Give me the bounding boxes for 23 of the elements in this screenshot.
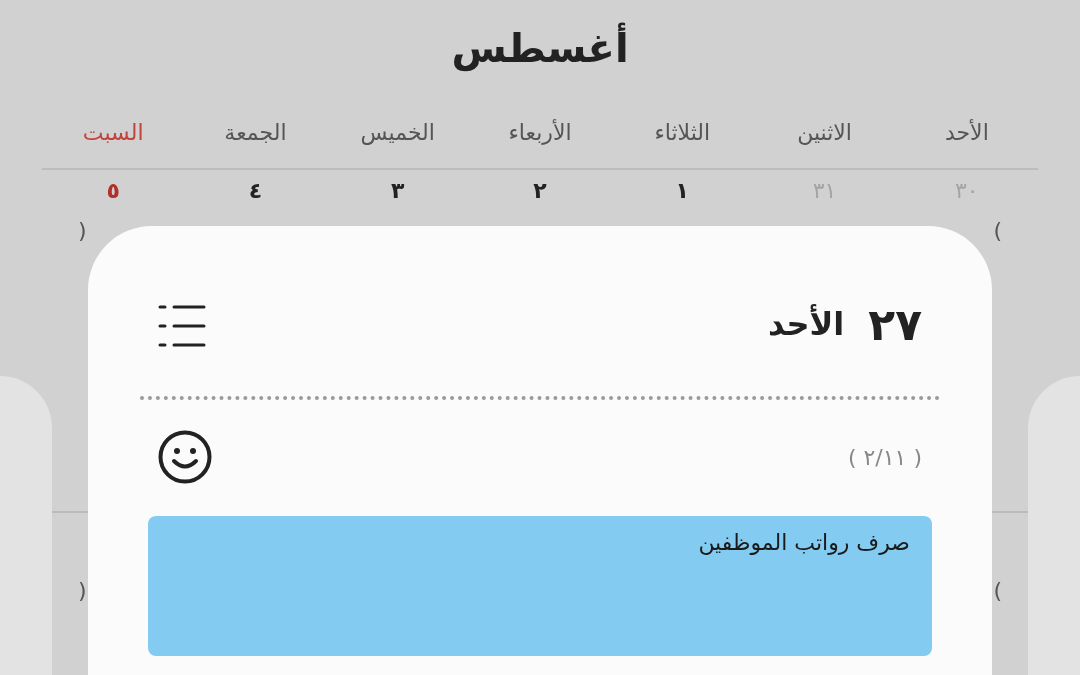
weekday-label: الجمعة bbox=[224, 119, 287, 147]
weekday-label: الثلاثاء bbox=[654, 119, 711, 147]
weekday-label: الأربعاء bbox=[508, 118, 572, 147]
event-block[interactable]: صرف رواتب الموظفين bbox=[148, 516, 932, 656]
weekday-label: الخميس bbox=[360, 119, 435, 147]
text-fragment: ) bbox=[993, 578, 1002, 603]
day-name: الأحد bbox=[767, 305, 845, 343]
date-number[interactable]: ٤ bbox=[248, 176, 263, 206]
weekday-label: السبت bbox=[82, 119, 144, 147]
text-fragment: ( bbox=[78, 218, 87, 243]
date-number[interactable]: ٢ bbox=[533, 176, 547, 206]
day-number: ٢٧ bbox=[868, 298, 922, 350]
date-number[interactable]: ٥ bbox=[106, 176, 120, 206]
text-fragment: ) bbox=[993, 218, 1002, 243]
month-title: أغسطس bbox=[0, 0, 1080, 74]
weekday-label: الاثنين bbox=[797, 119, 852, 147]
date-number[interactable]: ١ bbox=[675, 176, 689, 206]
text-fragment: ( bbox=[78, 578, 87, 603]
date-number[interactable]: ٣ bbox=[391, 176, 405, 206]
smiley-icon[interactable] bbox=[158, 430, 212, 484]
weekday-label: الأحد bbox=[944, 118, 989, 147]
list-icon[interactable] bbox=[158, 304, 206, 348]
event-count: ( ٢/١١ ) bbox=[847, 444, 922, 470]
